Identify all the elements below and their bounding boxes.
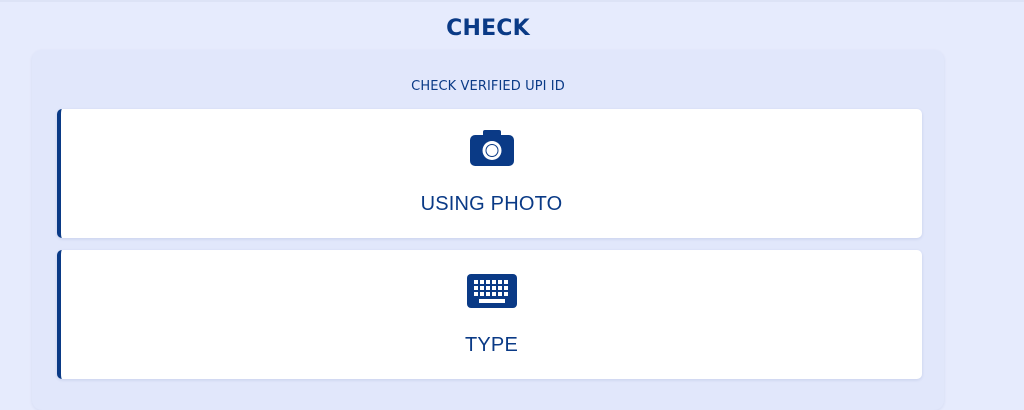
- panel-subtitle: CHECK VERIFIED UPI ID: [411, 79, 565, 94]
- keyboard-icon: [61, 274, 922, 308]
- page-title: CHECK: [446, 16, 530, 41]
- check-panel: CHECK VERIFIED UPI ID USING PHOTO TYPE: [32, 50, 944, 410]
- type-label: TYPE: [464, 334, 519, 356]
- type-button[interactable]: TYPE: [57, 250, 922, 379]
- using-photo-button[interactable]: USING PHOTO: [57, 109, 922, 238]
- top-divider: [0, 0, 1024, 2]
- camera-icon: [61, 129, 922, 167]
- using-photo-label: USING PHOTO: [420, 193, 563, 215]
